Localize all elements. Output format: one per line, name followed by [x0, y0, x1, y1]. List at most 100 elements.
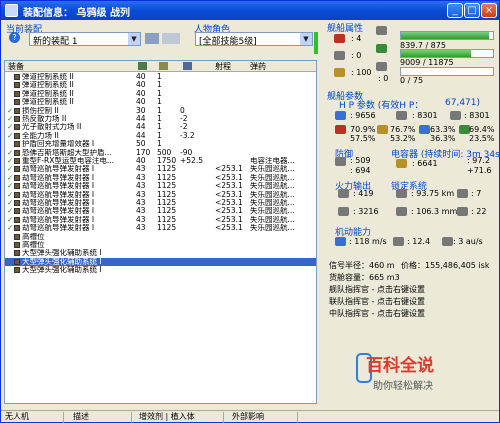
table-row[interactable]: ✓ 损伤控制 II 30 1 0: [5, 107, 316, 115]
table-row[interactable]: ✓ 劫弩巡航导弹发射器 I 43 1125 <253.1 失乐园巡航...: [5, 224, 316, 232]
module-range: <253.1: [215, 165, 243, 174]
title-bar: 装配信息： 乌鸦级 战列 _ □ ×: [1, 1, 499, 20]
module-cpu: 43: [136, 173, 146, 182]
character-select[interactable]: [全部技能5级] ▼: [195, 32, 313, 46]
table-row[interactable]: ✓ 全能力场 II 44 1 -3.2: [5, 132, 316, 140]
table-row[interactable]: 弹道控制系统 II 40 1: [5, 81, 316, 89]
status-drones[interactable]: 无人机: [5, 411, 29, 423]
module-name: 全能力场 II: [22, 131, 59, 140]
watermark-title: 百科全说: [366, 356, 434, 376]
status-external[interactable]: 外部影响: [232, 411, 264, 423]
table-row[interactable]: ✓ 恐佛吉斯塔斯超大型护盾... 170 500 -90: [5, 149, 316, 157]
module-cpu: 40: [136, 89, 146, 98]
module-ammo: 失乐园巡航...: [250, 182, 295, 191]
cpu-fill: [401, 32, 490, 39]
cpu-col-icon[interactable]: [138, 62, 147, 70]
module-cpu: 43: [136, 190, 146, 199]
targeting-v2: : 7: [471, 189, 482, 198]
table-row[interactable]: ✓ 劫弩巡航导弹发射器 I 43 1125 <253.1 失乐园巡航...: [5, 199, 316, 207]
window-title: 装配信息： 乌鸦级 战列: [23, 8, 130, 19]
res-em-a: 70.9%: [350, 125, 376, 134]
config-select[interactable]: 新的装配 1 ▼: [29, 32, 141, 46]
table-row[interactable]: 弹道控制系统 II 40 1: [5, 90, 316, 98]
config-select-value: 新的装配 1: [33, 37, 78, 46]
table-row[interactable]: ✓ 劫弩巡航导弹发射器 I 43 1125 <253.1 失乐园巡航...: [5, 165, 316, 173]
module-power: 1: [157, 81, 162, 90]
table-row[interactable]: ✓ 热反散力场 II 44 1 -2: [5, 115, 316, 123]
status-sep: [297, 412, 298, 423]
module-check-icon: ✓: [7, 131, 14, 140]
status-sep: [223, 412, 224, 423]
maximize-button[interactable]: □: [464, 3, 480, 18]
wing-commander[interactable]: 联队指挥官 - 点击右键设置: [329, 296, 425, 307]
module-power: 1: [157, 115, 162, 123]
table-row[interactable]: 高槽位: [5, 241, 316, 249]
col-name[interactable]: 装备: [8, 61, 24, 72]
config-tools-icon[interactable]: [162, 33, 180, 44]
status-description[interactable]: 描述: [73, 411, 89, 423]
module-power: 1: [157, 123, 162, 132]
module-power: 1: [157, 73, 162, 81]
calib-extra: : 0: [378, 74, 389, 83]
drone-icon: [376, 62, 387, 71]
table-row[interactable]: ✓ 光子散射式力场 II 44 1 -2: [5, 123, 316, 131]
module-check-icon: ✓: [7, 182, 14, 191]
module-ammo: 电容注电器...: [250, 157, 295, 165]
fleet-commander[interactable]: 舰队指挥官 - 点击右键设置: [329, 284, 425, 295]
fitting-window: 装配信息： 乌鸦级 战列 _ □ × 当前装配 ? 新的装配 1 ▼ 人物角色 …: [0, 0, 500, 423]
table-row[interactable]: 护盾回充增量增效器 I 50 1: [5, 140, 316, 148]
module-power: 1125: [157, 224, 177, 233]
table-row[interactable]: ✓ 重型F-RX型运型电容注电... 40 1750 +52.5 电容注电器...: [5, 157, 316, 165]
close-button[interactable]: ×: [481, 3, 497, 18]
firepower-v1: : 419: [353, 189, 374, 198]
module-name: 劫弩巡航导弹发射器 I: [22, 190, 95, 199]
status-boosters[interactable]: 增效剂 | 植入体: [139, 411, 195, 423]
table-row[interactable]: 大型弹头强化辅助系统 I: [5, 266, 316, 274]
module-icon: [14, 267, 20, 274]
module-list: 装备 射程 弹药 弹道控制系统 II 40 1 弹道控制系统 II 40 1 弹道控制系统 …: [4, 60, 317, 404]
mid-slots: : 0: [351, 51, 362, 60]
config-save-icon[interactable]: [145, 33, 159, 44]
module-check-icon: ✓: [7, 165, 14, 174]
module-range: <253.1: [215, 173, 243, 182]
power-meter: [400, 49, 494, 58]
table-row[interactable]: 大型弹头强化辅助系统 I: [5, 249, 316, 257]
module-check-icon: ✓: [7, 115, 14, 123]
cap-col-icon[interactable]: [183, 62, 192, 70]
minimize-button[interactable]: _: [447, 3, 463, 18]
module-check-icon: ✓: [7, 173, 14, 182]
col-range[interactable]: 射程: [215, 61, 231, 72]
dps-icon: [338, 189, 349, 198]
help-icon[interactable]: ?: [9, 32, 20, 43]
firepower-v2: : 3216: [353, 207, 379, 216]
power-col-icon[interactable]: [159, 62, 168, 70]
calibration-value: 0 / 75: [400, 76, 424, 85]
low-slots: : 100: [351, 68, 372, 77]
module-check-icon: ✓: [7, 123, 14, 132]
module-icon: [14, 74, 20, 80]
table-row[interactable]: 大型弹头强化辅助系统 I: [5, 257, 316, 267]
table-row[interactable]: 高槽位: [5, 233, 316, 241]
module-icon: [14, 99, 20, 106]
module-name: 恐佛吉斯塔斯超大型护盾...: [22, 148, 112, 157]
table-row[interactable]: 弹道控制系统 II 40 1: [5, 98, 316, 106]
target-range-icon: [396, 189, 407, 198]
table-row[interactable]: ✓ 劫弩巡航导弹发射器 I 43 1125 <253.1 失乐园巡航...: [5, 182, 316, 190]
module-icon: [14, 90, 20, 97]
module-cpu: 43: [136, 207, 146, 216]
table-row[interactable]: ✓ 劫弩巡航导弹发射器 I 43 1125 <253.1 失乐园巡航...: [5, 174, 316, 182]
table-row[interactable]: ✓ 劫弩巡航导弹发射器 I 43 1125 <253.1 失乐园巡航...: [5, 216, 316, 224]
table-row[interactable]: 弹道控制系统 II 40 1: [5, 73, 316, 81]
squad-commander[interactable]: 中队指挥官 - 点击右键设置: [329, 308, 425, 319]
defense-v1: : 509: [350, 156, 371, 165]
table-row[interactable]: ✓ 劫弩巡航导弹发射器 I 43 1125 <253.1 失乐园巡航...: [5, 191, 316, 199]
module-cap: -2: [180, 115, 188, 123]
col-ammo[interactable]: 弹药: [250, 61, 266, 72]
structure-icon: [450, 111, 461, 120]
module-range: <253.1: [215, 215, 243, 224]
max-targets-icon: [457, 189, 468, 198]
table-row[interactable]: ✓ 劫弩巡航导弹发射器 I 43 1125 <253.1 失乐园巡航...: [5, 207, 316, 215]
module-icon: [14, 183, 20, 190]
module-check-icon: ✓: [7, 148, 14, 157]
res-ex-a: 69.4%: [469, 125, 495, 134]
